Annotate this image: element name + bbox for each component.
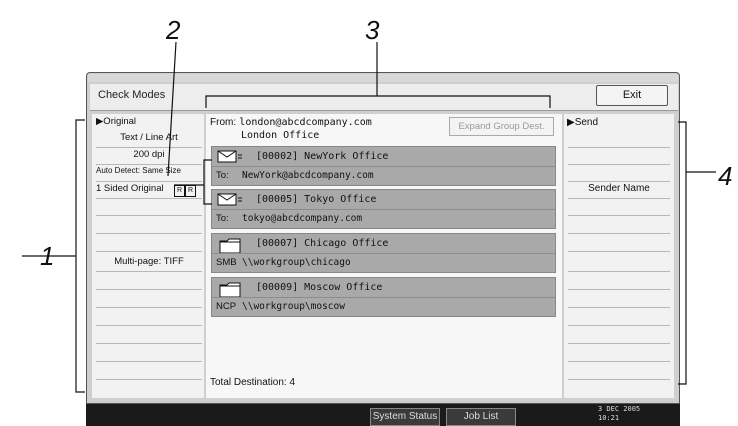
callout-2-leader bbox=[167, 41, 177, 177]
callout-lines bbox=[22, 41, 716, 393]
callout-3-bracket bbox=[205, 95, 551, 108]
callout-4-bracket bbox=[678, 121, 687, 385]
destinations-bracket bbox=[203, 159, 212, 205]
callout-1-bracket bbox=[75, 119, 85, 393]
